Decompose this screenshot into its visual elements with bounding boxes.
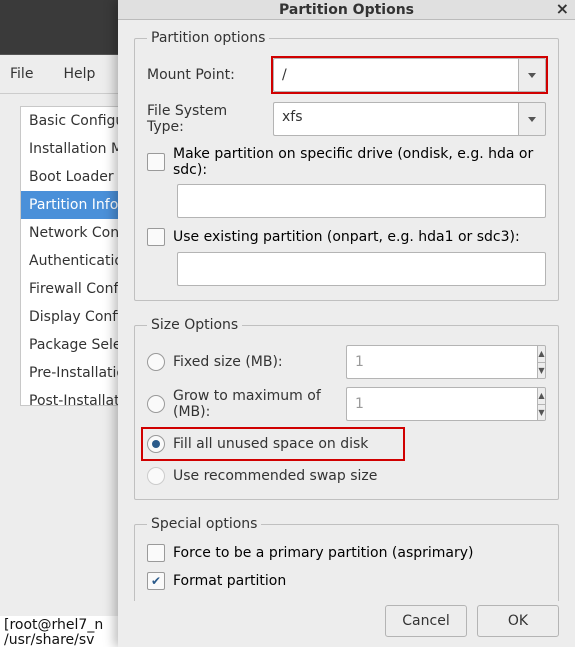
spinner-down-icon[interactable]: ▼ <box>538 405 545 421</box>
ondisk-checkbox[interactable] <box>147 153 165 171</box>
spinner-up-icon[interactable]: ▲ <box>538 346 545 363</box>
mount-point-input[interactable] <box>273 58 518 92</box>
fixed-size-spinner[interactable]: ▲▼ <box>346 345 546 379</box>
fs-type-combo[interactable]: xfs <box>273 102 546 136</box>
partition-options-group: Partition options Mount Point: File Syst… <box>134 30 559 301</box>
mount-point-label: Mount Point: <box>147 67 265 83</box>
grow-radio[interactable] <box>147 395 165 413</box>
format-label: Format partition <box>173 573 286 589</box>
grow-spinner[interactable]: ▲▼ <box>346 387 546 421</box>
asprimary-label: Force to be a primary partition (asprima… <box>173 545 474 561</box>
chevron-down-icon <box>528 73 536 78</box>
onpart-label: Use existing partition (onpart, e.g. hda… <box>173 229 520 245</box>
fixed-size-radio[interactable] <box>147 353 165 371</box>
format-checkbox[interactable] <box>147 572 165 590</box>
fs-type-label: File System Type: <box>147 103 265 135</box>
fs-type-value: xfs <box>273 102 518 136</box>
partition-options-legend: Partition options <box>147 30 269 46</box>
mount-point-dropdown-button[interactable] <box>518 58 546 92</box>
onpart-input[interactable] <box>177 252 546 286</box>
size-options-legend: Size Options <box>147 317 242 333</box>
size-options-group: Size Options Fixed size (MB): ▲▼ Grow to… <box>134 317 559 500</box>
ondisk-label: Make partition on specific drive (ondisk… <box>173 146 546 178</box>
chevron-down-icon <box>528 117 536 122</box>
spinner-down-icon[interactable]: ▼ <box>538 363 545 379</box>
onpart-checkbox[interactable] <box>147 228 165 246</box>
spinner-up-icon[interactable]: ▲ <box>538 388 545 405</box>
fill-label: Fill all unused space on disk <box>173 436 399 452</box>
grow-label: Grow to maximum of (MB): <box>173 388 338 420</box>
grow-input[interactable] <box>346 387 537 421</box>
special-options-group: Special options Force to be a primary pa… <box>134 516 559 601</box>
close-icon[interactable]: × <box>556 0 569 18</box>
ondisk-input[interactable] <box>177 184 546 218</box>
fixed-size-label: Fixed size (MB): <box>173 354 338 370</box>
fill-radio[interactable] <box>147 435 165 453</box>
menu-file[interactable]: File <box>4 62 39 86</box>
swap-radio[interactable] <box>147 467 165 485</box>
special-options-legend: Special options <box>147 516 261 532</box>
fixed-size-input[interactable] <box>346 345 537 379</box>
fs-type-dropdown-button[interactable] <box>518 102 546 136</box>
partition-options-dialog: Partition Options × Partition options Mo… <box>118 0 575 647</box>
menu-help[interactable]: Help <box>57 62 101 86</box>
cancel-button[interactable]: Cancel <box>385 605 467 637</box>
dialog-title: Partition Options × <box>118 0 575 20</box>
mount-point-combo[interactable] <box>273 58 546 92</box>
ok-button[interactable]: OK <box>477 605 559 637</box>
asprimary-checkbox[interactable] <box>147 544 165 562</box>
swap-label: Use recommended swap size <box>173 468 546 484</box>
